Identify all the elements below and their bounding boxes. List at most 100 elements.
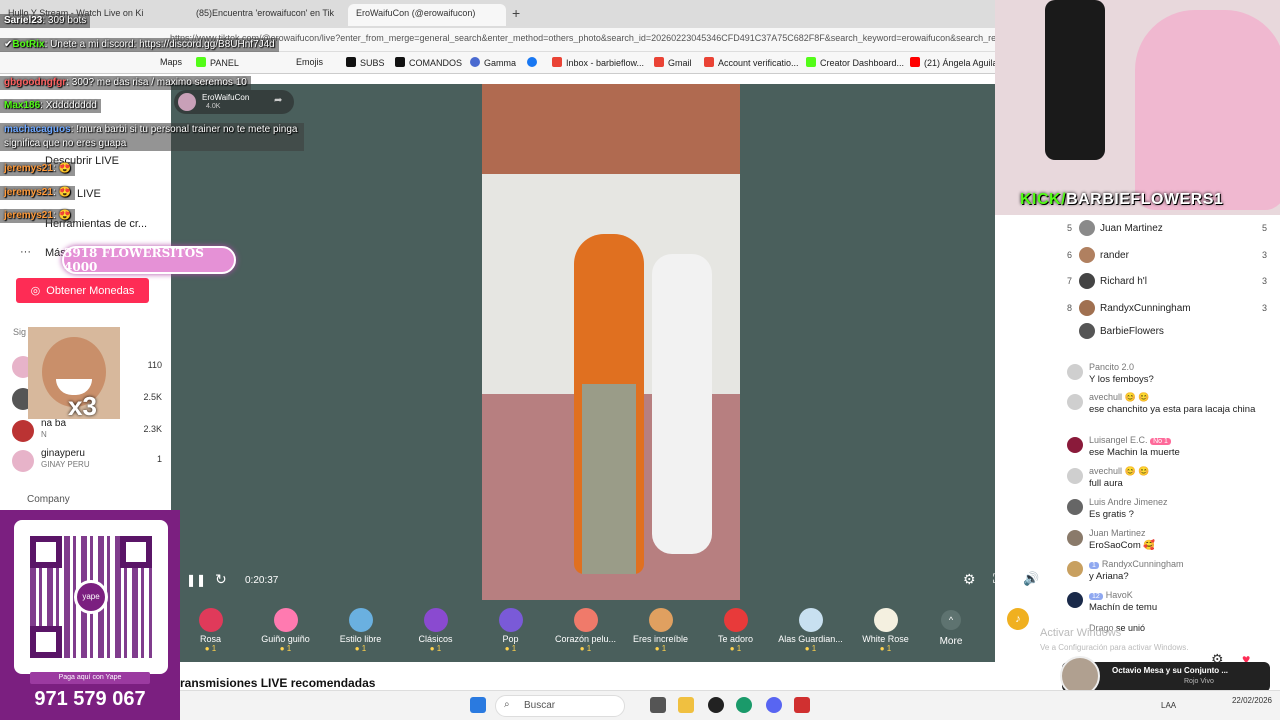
ranking-row[interactable]: BarbieFlowers <box>1067 322 1267 342</box>
avatar <box>1067 592 1083 608</box>
more-gifts-button[interactable]: ^ More <box>930 606 972 656</box>
gift-item[interactable]: Corazón pelu... ● 1 <box>548 604 623 660</box>
avatar <box>1079 247 1095 263</box>
comment-user[interactable]: Pancito 2.0 <box>1089 362 1134 372</box>
bookmark-maps[interactable]: Maps <box>160 57 182 67</box>
following-name: ginayperu <box>41 448 85 459</box>
kick-channel-label: KICK/BARBIEFLOWERS1 <box>1020 191 1224 208</box>
get-coins-button[interactable]: ◎ Obtener Monedas <box>16 278 149 303</box>
comment-user[interactable]: Luisangel E.C. No 1 <box>1089 435 1174 445</box>
bookmark-gamma[interactable]: Gamma <box>470 57 516 68</box>
rank-score: 3 <box>1261 276 1267 286</box>
chat-comment: Luisangel E.C. No 1 ese Machin la muerte <box>1067 435 1267 463</box>
company-link[interactable]: Company <box>27 494 70 505</box>
rank-score: 3 <box>1261 250 1267 260</box>
clock[interactable]: 22/02/2026 <box>1232 695 1272 706</box>
live-video[interactable] <box>482 84 740 600</box>
gift-item[interactable]: Eres increíble ● 1 <box>623 604 698 660</box>
bookmark-emojis[interactable]: Emojis <box>296 57 323 67</box>
bookmark-subs[interactable]: SUBS <box>346 57 385 68</box>
gift-item[interactable]: Alas Guardian... ● 1 <box>773 604 848 660</box>
search-icon: ⌕ <box>504 699 510 710</box>
bookmark-comandos[interactable]: COMANDOS <box>395 57 462 68</box>
nav-live[interactable]: LIVE <box>77 188 101 200</box>
gift-item[interactable]: Rosa ● 1 <box>173 604 248 660</box>
discord-icon[interactable] <box>766 697 782 713</box>
gift-item[interactable]: Te adoro ● 1 <box>698 604 773 660</box>
file-explorer-icon[interactable] <box>678 697 694 713</box>
gift-price: ● 1 <box>354 644 367 653</box>
qr-corner <box>30 536 62 568</box>
yape-qr-panel: yape Paga aquí con Yape 971 579 067 <box>0 510 180 720</box>
gift-item[interactable]: Guiño guiño ● 1 <box>248 604 323 660</box>
bookmark-gmail[interactable]: Gmail <box>654 57 692 68</box>
gift-price: ● 1 <box>654 644 667 653</box>
comment-user[interactable]: 12 HavoK <box>1089 590 1133 600</box>
new-tab-button[interactable]: + <box>512 5 520 21</box>
tab-2[interactable]: (85)Encuentra 'erowaifucon' en Tik <box>188 4 343 26</box>
edge-icon[interactable] <box>736 697 752 713</box>
chat-comment: Pancito 2.0 Y los femboys? <box>1067 362 1267 388</box>
ranking-row[interactable]: 7 Richard h'l 3 <box>1067 272 1267 292</box>
player-time: 0:20:37 <box>245 575 279 586</box>
fullscreen-icon[interactable]: ⛶ <box>993 571 1002 587</box>
tab-active[interactable]: EroWaifuCon (@erowaifucon) <box>348 4 506 26</box>
app-icon[interactable] <box>794 697 810 713</box>
ranking-row[interactable]: 6 rander 3 <box>1067 246 1267 266</box>
rank-number: 5 <box>1067 223 1073 233</box>
ranking-row[interactable]: 5 Juan Martinez 5 <box>1067 219 1267 239</box>
qr-corner <box>120 536 152 568</box>
music-notification[interactable]: Octavio Mesa y su Conjunto ... Rojo Vivo <box>1060 656 1270 696</box>
language-indicator[interactable]: LAA <box>1161 701 1176 710</box>
pause-icon[interactable]: ❚❚ <box>186 573 206 587</box>
taskbar-search[interactable]: ⌕ Buscar <box>495 695 625 717</box>
music-subtitle: Rojo Vivo <box>1184 678 1214 685</box>
overlay-chat-line: jeremys21: 😍 <box>0 209 75 223</box>
avatar <box>1067 561 1083 577</box>
gift-item[interactable]: White Rose ● 1 <box>848 604 923 660</box>
host-name: EroWaifuCon <box>202 93 250 102</box>
bookmark-creator[interactable]: Creator Dashboard... <box>806 57 904 68</box>
gift-item[interactable]: Pop ● 1 <box>473 604 548 660</box>
comment-user[interactable]: avechull 😊 😊 <box>1089 392 1149 403</box>
coin-balance[interactable]: ♪ 3 <box>998 600 1038 662</box>
comment-user[interactable]: Luis Andre Jimenez <box>1089 497 1168 507</box>
following-item[interactable]: na ba N 2.3K <box>12 418 162 442</box>
video-person-legs <box>582 384 636 574</box>
settings-icon[interactable]: ⚙ <box>963 571 976 588</box>
following-label: Sig <box>13 327 27 337</box>
ranking-row[interactable]: 8 RandyxCunningham 3 <box>1067 299 1267 319</box>
gift-name: Alas Guardian... <box>778 634 843 644</box>
obs-icon[interactable] <box>708 697 724 713</box>
bookmark-youtube[interactable]: (21) Ángela Aguila... <box>910 57 1005 68</box>
gift-item[interactable]: Clásicos ● 1 <box>398 604 473 660</box>
comment-user[interactable]: avechull 😊 😊 <box>1089 466 1149 477</box>
host-card[interactable]: EroWaifuCon 4.0K ➦ <box>174 90 294 114</box>
comment-text: ese Machin la muerte <box>1089 447 1180 458</box>
refresh-icon[interactable]: ↻ <box>215 571 227 588</box>
more-icon[interactable]: ··· <box>20 246 31 258</box>
following-name: na ba <box>41 418 67 429</box>
user-badge: 1 <box>1089 562 1099 569</box>
share-icon[interactable]: ➦ <box>274 95 282 106</box>
bookmark-account[interactable]: Account verificatio... <box>704 57 799 68</box>
avatar <box>1079 323 1095 339</box>
comment-user[interactable]: 1 RandyxCunningham <box>1089 559 1183 569</box>
task-view-icon[interactable] <box>650 697 666 713</box>
host-viewers: 4.0K <box>206 103 221 110</box>
bookmark-panel[interactable]: PANEL <box>196 57 239 68</box>
avatar <box>1067 437 1083 453</box>
bookmark-inbox[interactable]: Inbox - barbieflow... <box>552 57 644 68</box>
gift-price: ● 1 <box>879 644 892 653</box>
following-item[interactable]: ginayperu GINAY PERU 1 <box>12 448 162 472</box>
gift-price: ● 1 <box>579 644 592 653</box>
gift-icon <box>723 608 748 632</box>
video-person-orange <box>574 234 644 574</box>
windows-start-icon[interactable] <box>470 697 486 713</box>
gift-price: ● 1 <box>804 644 817 653</box>
volume-icon[interactable]: 🔊 <box>1023 571 1039 587</box>
gift-name: Corazón pelu... <box>554 634 617 644</box>
gift-item[interactable]: Estilo libre ● 1 <box>323 604 398 660</box>
bookmark-facebook[interactable] <box>527 57 541 68</box>
comment-user[interactable]: Juan Martinez <box>1089 528 1146 538</box>
